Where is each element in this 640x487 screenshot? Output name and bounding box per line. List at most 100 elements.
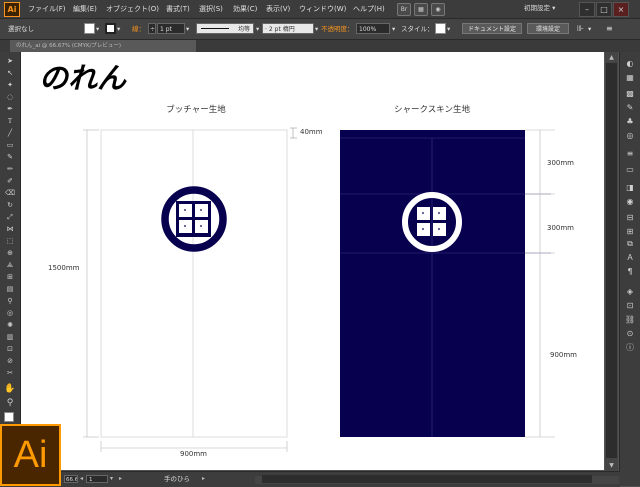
fill-swatch[interactable] (84, 23, 95, 34)
align-panel-icon[interactable]: ⊟ (623, 212, 637, 224)
free-transform-tool-icon[interactable]: ⬚ (3, 236, 17, 246)
workspace-switcher[interactable]: 初期設定 ▾ (524, 2, 576, 15)
scroll-up-icon[interactable]: ▲ (606, 53, 617, 62)
layers-panel-icon[interactable]: ◈ (623, 286, 637, 298)
menu-window[interactable]: ウィンドウ(W) (299, 0, 346, 18)
symbol-sprayer-tool-icon[interactable]: ✺ (3, 320, 17, 330)
color-panel-icon[interactable]: ◐ (623, 58, 637, 70)
opacity-dropdown-icon[interactable]: ▾ (392, 19, 395, 39)
preferences-button[interactable]: 環境設定 (527, 23, 569, 34)
blob-brush-tool-icon[interactable]: ✐ (3, 176, 17, 186)
brush-definition[interactable]: · 2 pt 楕円 (262, 23, 314, 34)
menu-type[interactable]: 書式(T) (166, 0, 190, 18)
document-tab[interactable]: のれん_ai @ 66.67% (CMYK/プレビュー) (10, 40, 196, 52)
slice-tool-icon[interactable]: ⊘ (3, 356, 17, 366)
lower-segment-dimension-label[interactable]: 900mm (550, 351, 577, 359)
artboard-tool-icon[interactable]: ⊡ (3, 344, 17, 354)
scroll-down-icon[interactable]: ▼ (606, 461, 617, 470)
align-icon[interactable]: ⊪ (577, 19, 584, 39)
next-page-icon[interactable]: ▸ (119, 475, 122, 483)
symbols-panel-icon[interactable]: ♣ (623, 116, 637, 128)
style-dropdown-icon[interactable]: ▾ (447, 19, 450, 39)
panel-menu-icon[interactable]: ≡ (606, 19, 613, 39)
top-band-dimension-label[interactable]: 40mm (300, 128, 323, 136)
gpu-icon[interactable]: ◉ (431, 3, 445, 16)
stroke-panel-icon[interactable]: ≡ (623, 148, 637, 160)
vertical-scrollbar-thumb[interactable] (606, 63, 617, 458)
pencil-tool-icon[interactable]: ✏ (3, 164, 17, 174)
menu-help[interactable]: ヘルプ(H) (353, 0, 385, 18)
opacity-field[interactable]: 100% (356, 23, 390, 34)
magic-wand-tool-icon[interactable]: ✦ (3, 80, 17, 90)
stroke-weight-dropdown-icon[interactable]: ▾ (186, 19, 189, 39)
zoom-tool-icon[interactable]: ⚲ (3, 398, 17, 408)
document-setup-button[interactable]: ドキュメント設定 (462, 23, 522, 34)
gradient-panel-icon[interactable]: ▭ (623, 164, 637, 176)
line-tool-icon[interactable]: ╱ (3, 128, 17, 138)
brushes-panel-icon[interactable]: ✎ (623, 102, 637, 114)
appearance-panel-icon[interactable]: ◉ (623, 196, 637, 208)
width-dimension-label[interactable]: 900mm (180, 450, 207, 458)
scale-tool-icon[interactable]: ⤢ (3, 212, 17, 222)
rectangle-tool-icon[interactable]: ▭ (3, 140, 17, 150)
blend-tool-icon[interactable]: ◎ (3, 308, 17, 318)
stroke-weight-field[interactable]: 1 pt (157, 23, 185, 34)
brush-dropdown-icon[interactable]: ▾ (315, 19, 318, 39)
links-panel-icon[interactable]: ⛓ (623, 314, 637, 326)
gradient-tool-icon[interactable]: ▤ (3, 284, 17, 294)
type-tool-icon[interactable]: T (3, 116, 17, 126)
page-field[interactable]: 1 (86, 475, 108, 483)
navigator-panel-icon[interactable]: ⊙ (623, 328, 637, 340)
status-arrow-icon[interactable]: ▸ (202, 475, 205, 483)
menu-file[interactable]: ファイル(F) (28, 0, 66, 18)
transform-panel-icon[interactable]: ⊞ (623, 226, 637, 238)
butcher-label[interactable]: ブッチャー生地 (151, 103, 241, 115)
lasso-tool-icon[interactable]: ◌ (3, 92, 17, 102)
zoom-field[interactable]: 66.67% (64, 475, 78, 483)
artwork-title[interactable]: のれん (39, 58, 126, 98)
mesh-tool-icon[interactable]: ⊞ (3, 272, 17, 282)
upper-segment-dimension-label[interactable]: 300mm (547, 159, 574, 167)
maximize-button[interactable]: □ (596, 2, 612, 17)
artboards-panel-icon[interactable]: ⊡ (623, 300, 637, 312)
eyedropper-tool-icon[interactable]: ⚲ (3, 296, 17, 306)
transparency-panel-icon[interactable]: ◨ (623, 182, 637, 194)
column-graph-tool-icon[interactable]: ▥ (3, 332, 17, 342)
paragraph-panel-icon[interactable]: ¶ (623, 266, 637, 278)
sharkskin-noren[interactable] (340, 130, 525, 437)
fill-color-icon[interactable] (4, 412, 14, 422)
stroke-swatch[interactable] (105, 23, 116, 34)
selection-tool-icon[interactable]: ➤ (3, 56, 17, 66)
paintbrush-tool-icon[interactable]: ✎ (3, 152, 17, 162)
info-panel-icon[interactable]: ⓘ (623, 342, 637, 354)
rotate-tool-icon[interactable]: ↻ (3, 200, 17, 210)
bridge-icon[interactable]: Br (397, 3, 411, 16)
hand-tool-icon[interactable]: ✋ (3, 384, 17, 394)
menu-object[interactable]: オブジェクト(O) (106, 0, 159, 18)
stroke-label[interactable]: 線： (132, 19, 145, 39)
graphic-style-swatch[interactable] (435, 23, 446, 34)
perspective-grid-tool-icon[interactable]: ⟁ (3, 260, 17, 270)
align-dropdown-icon[interactable]: ▾ (588, 19, 591, 39)
profile-dropdown-icon[interactable]: ▾ (256, 19, 259, 39)
graphic-styles-panel-icon[interactable]: ◎ (623, 130, 637, 142)
butcher-noren[interactable] (100, 129, 288, 438)
scissors-tool-icon[interactable]: ✂ (3, 368, 17, 378)
menu-edit[interactable]: 編集(E) (73, 0, 97, 18)
menu-select[interactable]: 選択(S) (199, 0, 223, 18)
stroke-weight-stepper[interactable]: ÷ (148, 23, 156, 34)
color-guide-panel-icon[interactable]: ▦ (623, 72, 637, 84)
opacity-label[interactable]: 不透明度： (321, 19, 354, 39)
character-panel-icon[interactable]: A (623, 252, 637, 264)
sharkskin-label[interactable]: シャークスキン生地 (377, 103, 487, 115)
direct-selection-tool-icon[interactable]: ↖ (3, 68, 17, 78)
fill-dropdown-icon[interactable]: ▾ (96, 19, 99, 39)
horizontal-scrollbar-thumb[interactable] (262, 475, 592, 483)
width-tool-icon[interactable]: ⋈ (3, 224, 17, 234)
middle-segment-dimension-label[interactable]: 300mm (547, 224, 574, 232)
height-dimension-label[interactable]: 1500mm (48, 264, 79, 272)
pen-tool-icon[interactable]: ✒ (3, 104, 17, 114)
first-page-icon[interactable]: ◂ (80, 475, 83, 483)
page-dropdown-icon[interactable]: ▾ (110, 475, 113, 483)
pathfinder-panel-icon[interactable]: ⧉ (623, 238, 637, 250)
